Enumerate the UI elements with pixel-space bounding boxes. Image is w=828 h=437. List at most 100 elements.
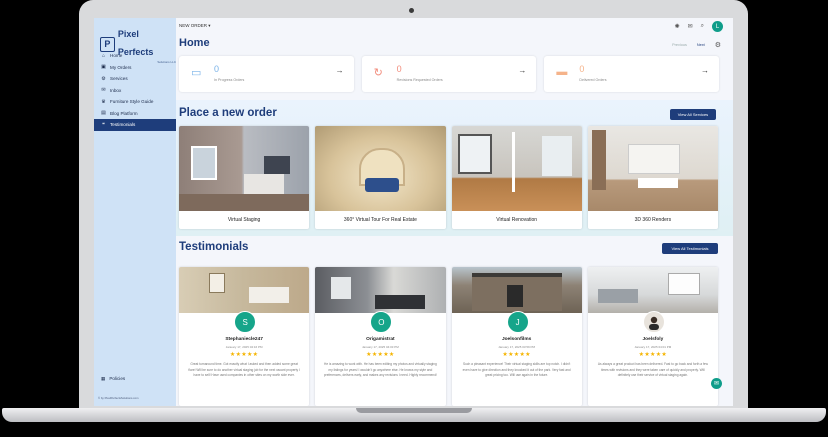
service-image [179, 126, 310, 211]
footer-copyright: © by PixelPerfectsSolutions.com [98, 396, 139, 400]
section-title-place-order: Place a new order [179, 107, 277, 119]
star-rating: ★★★★★ [229, 352, 259, 358]
inbox-icon: ✉ [101, 87, 106, 94]
breadcrumb[interactable]: NEW ORDER ▾ [179, 23, 211, 29]
service-card-virtual-staging[interactable]: Virtual Staging [179, 126, 310, 229]
testimonial-date: January 17, 2025 04:03 PM [361, 345, 399, 349]
main-content: NEW ORDER ▾ ✺ ✉ ⌕ L Home Previous Next ⚙… [176, 18, 733, 406]
sidebar-item-furniture-style-guide[interactable]: ♛ Furniture Style Guide [94, 96, 176, 108]
testimonial-text: Great turnaround time. Got exactly what … [188, 362, 300, 377]
orders-icon: ▣ [101, 64, 106, 71]
previous-button[interactable]: Previous [672, 43, 687, 47]
sidebar-item-services[interactable]: ⚙ Services [94, 73, 176, 85]
testimonial-card[interactable]: Joelsfoly January 17, 2025 04:01 PM ★★★★… [587, 267, 718, 406]
service-image [451, 126, 582, 211]
settings-icon[interactable]: ✺ [675, 23, 680, 30]
sidebar-item-my-orders[interactable]: ▣ My Orders [94, 62, 176, 74]
stat-label: Delivered Orders [579, 78, 607, 82]
sidebar-item-blog-platform[interactable]: ▤ Blog Platform [94, 108, 176, 120]
service-card-virtual-renovation[interactable]: Virtual Renovation [451, 126, 582, 229]
testimonials-row: S Stephaniecle247 January 17, 2025 04:16… [179, 267, 718, 406]
briefcase-icon: ▭ [191, 67, 202, 79]
testimonial-avatar [642, 311, 665, 333]
person-photo-icon [648, 316, 659, 330]
next-button[interactable]: Next [697, 43, 705, 47]
sidebar-item-label: Policies [109, 376, 126, 381]
user-avatar[interactable]: L [712, 21, 723, 32]
view-all-testimonials-button[interactable]: View All Testimonials [662, 243, 718, 254]
sidebar-item-label: Testimonials [110, 122, 136, 128]
testimonial-name: Joelsfoly [642, 337, 664, 342]
service-label: Virtual Renovation [496, 217, 538, 223]
sidebar-item-label: Services [110, 76, 128, 82]
sidebar-item-testimonials[interactable]: ❝ Testimonials [94, 119, 176, 131]
home-icon: ⌂ [101, 52, 106, 59]
arrow-right-icon[interactable]: → [336, 66, 344, 75]
testimonial-avatar: J [506, 311, 529, 333]
stat-card-in-progress[interactable]: ▭ 0 In Progress Orders → [179, 56, 354, 92]
testimonial-name: Origamistrat [366, 337, 395, 342]
breadcrumb-label: NEW ORDER [179, 23, 207, 28]
stat-label: Revisions Requested Orders [396, 78, 443, 82]
testimonials-icon: ❝ [102, 121, 105, 128]
services-icon: ⚙ [101, 75, 106, 82]
testimonial-card[interactable]: S Stephaniecle247 January 17, 2025 04:16… [179, 267, 310, 406]
testimonial-card[interactable]: O Origamistrat January 17, 2025 04:03 PM… [315, 267, 446, 406]
trophy-icon: ♛ [101, 98, 106, 105]
service-label: Virtual Staging [227, 217, 261, 223]
services-row: Virtual Staging 360° Virtual Tour For Re… [179, 126, 718, 229]
sidebar-item-policies[interactable]: ▦ Policies [101, 376, 125, 382]
stat-card-delivered[interactable]: ▬ 0 Delivered Orders → [544, 56, 720, 92]
arrow-right-icon[interactable]: → [701, 66, 709, 75]
mail-icon[interactable]: ✉ [688, 23, 693, 30]
service-label: 360° Virtual Tour For Real Estate [343, 217, 417, 223]
view-all-services-button[interactable]: View All Services [670, 109, 716, 120]
arrow-right-icon[interactable]: → [518, 66, 526, 75]
gear-icon[interactable]: ⚙ [715, 41, 721, 49]
testimonial-avatar: O [370, 311, 393, 333]
service-image [315, 126, 446, 211]
stat-card-revisions[interactable]: ↻ 0 Revisions Requested Orders → [361, 56, 537, 92]
blog-icon: ▤ [101, 110, 106, 117]
stat-value: 0 [396, 64, 402, 74]
testimonial-card[interactable]: J Joelsonfilms January 17, 2025 03:59 PM… [451, 267, 582, 406]
service-card-3d-renders[interactable]: 3D 360 Renders [587, 126, 718, 229]
testimonial-image [179, 267, 310, 313]
sidebar-nav: ⌂ Home ▣ My Orders ⚙ Services ✉ Inbox ♛ Furni… [94, 50, 176, 131]
sidebar-item-home[interactable]: ⌂ Home [94, 50, 176, 62]
service-image [587, 126, 718, 211]
testimonial-date: January 17, 2025 03:59 PM [498, 345, 536, 349]
chat-icon[interactable]: ✉ [711, 378, 722, 389]
testimonial-date: January 17, 2025 04:16 PM [225, 345, 263, 349]
sidebar-item-label: My Orders [110, 64, 132, 70]
refresh-icon: ↻ [373, 67, 383, 79]
chevron-down-icon: ▾ [208, 23, 211, 28]
sidebar: P Pixel Perfects Solutions LLC ⌂ Home ▣ My… [94, 18, 176, 406]
page-title: Home [179, 37, 210, 49]
service-label: 3D 360 Renders [634, 217, 672, 223]
app-screen: P Pixel Perfects Solutions LLC ⌂ Home ▣ My… [94, 18, 733, 406]
testimonial-image [315, 267, 446, 313]
service-card-360-tour[interactable]: 360° Virtual Tour For Real Estate [315, 126, 446, 229]
testimonial-name: Stephaniecle247 [225, 337, 263, 342]
sidebar-item-inbox[interactable]: ✉ Inbox [94, 85, 176, 97]
stat-value: 0 [579, 64, 585, 74]
stat-label: In Progress Orders [214, 78, 245, 82]
stats-row: ▭ 0 In Progress Orders → ↻ 0 Revisions R… [179, 56, 720, 92]
testimonial-name: Joelsonfilms [501, 337, 532, 342]
policies-icon: ▦ [101, 376, 106, 381]
search-icon[interactable]: ⌕ [701, 23, 704, 30]
sidebar-item-label: Home [110, 53, 123, 59]
section-title-testimonials: Testimonials [179, 241, 249, 253]
testimonial-date: January 17, 2025 04:01 PM [634, 345, 672, 349]
star-rating: ★★★★★ [502, 352, 531, 358]
testimonial-text: As always a great product has been deliv… [597, 362, 708, 377]
laptop-notch [356, 408, 472, 413]
truck-icon: ▬ [556, 66, 568, 78]
sidebar-item-label: Furniture Style Guide [110, 99, 154, 105]
sidebar-item-label: Blog Platform [110, 110, 138, 116]
webcam [409, 8, 414, 13]
topbar-actions: ✺ ✉ ⌕ L [675, 21, 723, 32]
star-rating: ★★★★★ [638, 352, 668, 358]
stat-value: 0 [214, 64, 220, 74]
